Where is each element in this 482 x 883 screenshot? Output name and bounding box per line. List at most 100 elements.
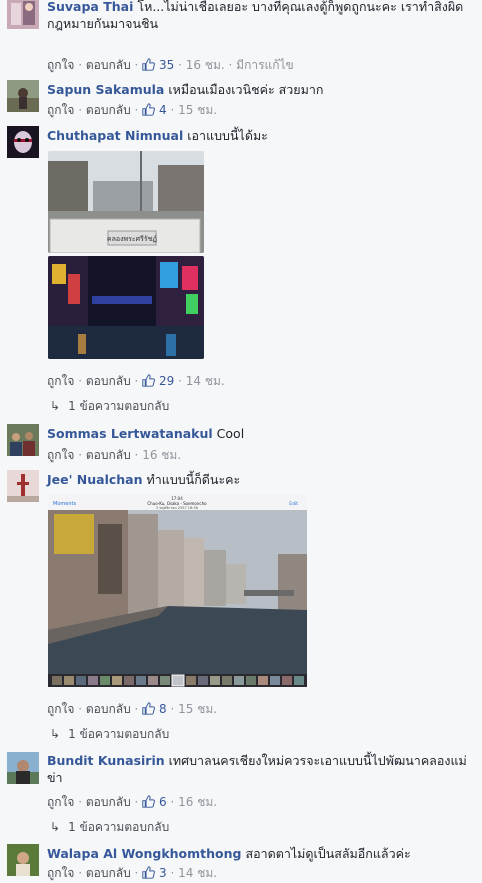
photo-date: 2 พฤศจิกายน 2557 16:36 (156, 506, 198, 510)
commenter-name[interactable]: Jee' Nualchan (47, 472, 143, 487)
commenter-name[interactable]: Bundit Kunasirin (47, 753, 165, 768)
like-count[interactable]: 35 (142, 58, 174, 72)
like-link[interactable]: ถูกใจ (47, 702, 74, 716)
comment-text: Cool (216, 426, 245, 441)
reply-link[interactable]: ตอบกลับ (86, 795, 131, 809)
separator: · (130, 374, 143, 388)
separator: · (166, 795, 179, 809)
view-replies-link[interactable]: ↳ 1 ข้อความตอบกลับ (50, 725, 169, 744)
like-link[interactable]: ถูกใจ (47, 58, 74, 72)
like-link[interactable]: ถูกใจ (47, 795, 74, 809)
replies-count-label: 1 ข้อความตอบกลับ (68, 820, 170, 834)
separator: · (74, 448, 86, 462)
reply-link[interactable]: ตอบกลับ (86, 58, 131, 72)
timestamp[interactable]: 16 ชม. (186, 58, 225, 72)
timestamp[interactable]: 16 ชม. (178, 795, 217, 809)
reply-link[interactable]: ตอบกลับ (86, 702, 131, 716)
like-link[interactable]: ถูกใจ (47, 448, 74, 462)
canal-photo[interactable]: คลองพระศรีรัชฏ์ (48, 151, 204, 253)
comment-text: ทำแบบนี้ก็ดีนะคะ (146, 472, 241, 487)
avatar[interactable] (7, 126, 39, 158)
separator: · (130, 795, 143, 809)
avatar[interactable] (7, 752, 39, 784)
avatar-photo-icon (7, 844, 39, 876)
osaka-canal-screenshot-image: Moments 17:04 Chuo-Ku, Osaka - Soemoncho… (48, 494, 307, 687)
edit-button: Edit (289, 501, 298, 507)
separator: · (130, 702, 143, 716)
reply-link[interactable]: ตอบกลับ (86, 866, 131, 880)
thumbs-up-icon (142, 374, 156, 387)
thumbs-up-icon (142, 795, 156, 808)
separator: · (174, 374, 186, 388)
avatar-photo-icon (7, 470, 39, 502)
thumbs-up-icon (142, 702, 156, 715)
canal-name-sign: คลองพระศรีรัชฏ์ (107, 235, 157, 243)
reply-link[interactable]: ตอบกลับ (86, 374, 131, 388)
timestamp[interactable]: 15 ชม. (178, 702, 217, 716)
separator: · (74, 103, 86, 117)
like-link[interactable]: ถูกใจ (47, 374, 74, 388)
canal-photo-image: คลองพระศรีรัชฏ์ (48, 151, 204, 253)
timestamp[interactable]: 16 ชม. (142, 448, 181, 462)
avatar[interactable] (7, 424, 39, 456)
like-link[interactable]: ถูกใจ (47, 866, 74, 880)
separator: · (166, 702, 179, 716)
timestamp[interactable]: 15 ชม. (178, 103, 217, 117)
separator: · (174, 58, 186, 72)
commenter-name[interactable]: Sapun Sakamula (47, 82, 164, 97)
canal-night-photo-image (48, 256, 204, 359)
reply-arrow-icon: ↳ (50, 399, 61, 413)
like-link[interactable]: ถูกใจ (47, 103, 74, 117)
avatar-photo-icon (7, 126, 39, 158)
thumbs-up-icon (142, 103, 156, 116)
separator: · (224, 58, 237, 72)
replies-count-label: 1 ข้อความตอบกลับ (68, 727, 170, 741)
avatar[interactable] (7, 470, 39, 502)
separator: · (74, 58, 86, 72)
commenter-name[interactable]: Suvapa Thai (47, 0, 133, 14)
comment-text: เหมือนเมืองเวนิชค่ะ สวยมาก (168, 82, 324, 97)
reply-arrow-icon: ↳ (50, 820, 61, 834)
view-replies-link[interactable]: ↳ 1 ข้อความตอบกลับ (50, 397, 169, 416)
moments-back-button: Moments (53, 501, 76, 507)
osaka-canal-screenshot[interactable]: Moments 17:04 Chuo-Ku, Osaka - Soemoncho… (48, 494, 307, 687)
commenter-name[interactable]: Walapa Al Wongkhomthong (47, 846, 241, 861)
reply-link[interactable]: ตอบกลับ (86, 103, 131, 117)
separator: · (130, 448, 143, 462)
avatar[interactable] (7, 0, 39, 29)
separator: · (166, 866, 179, 880)
avatar[interactable] (7, 80, 39, 112)
separator: · (166, 103, 179, 117)
edited-label[interactable]: มีการแก้ไข (236, 58, 294, 72)
timestamp[interactable]: 14 ชม. (178, 866, 217, 880)
separator: · (130, 103, 143, 117)
reply-arrow-icon: ↳ (50, 727, 61, 741)
avatar-photo-icon (7, 752, 39, 784)
separator: · (130, 58, 143, 72)
commenter-name[interactable]: Chuthapat Nimnual (47, 128, 183, 143)
separator: · (74, 702, 86, 716)
reply-link[interactable]: ตอบกลับ (86, 448, 131, 462)
like-count[interactable]: 3 (142, 866, 167, 880)
replies-count-label: 1 ข้อความตอบกลับ (68, 399, 170, 413)
thumbs-up-icon (142, 58, 156, 71)
view-replies-link[interactable]: ↳ 1 ข้อความตอบกลับ (50, 818, 169, 837)
comment-text: สอาดตาไม่ดูเป็นสลัมอีกแล้วค่ะ (245, 846, 411, 861)
avatar-photo-icon (7, 424, 39, 456)
separator: · (74, 795, 86, 809)
like-count[interactable]: 8 (142, 702, 167, 716)
avatar-photo-icon (7, 0, 39, 29)
thumbs-up-icon (142, 866, 156, 879)
like-count[interactable]: 29 (142, 374, 174, 388)
timestamp[interactable]: 14 ชม. (186, 374, 225, 388)
commenter-name[interactable]: Sommas Lertwatanakul (47, 426, 213, 441)
separator: · (74, 866, 86, 880)
avatar-photo-icon (7, 80, 39, 112)
like-count[interactable]: 4 (142, 103, 167, 117)
canal-night-photo[interactable] (48, 256, 204, 359)
comment-text: เอาแบบนี้ได้มะ (187, 128, 268, 143)
separator: · (130, 866, 143, 880)
separator: · (74, 374, 86, 388)
like-count[interactable]: 6 (142, 795, 167, 809)
avatar[interactable] (7, 844, 39, 876)
